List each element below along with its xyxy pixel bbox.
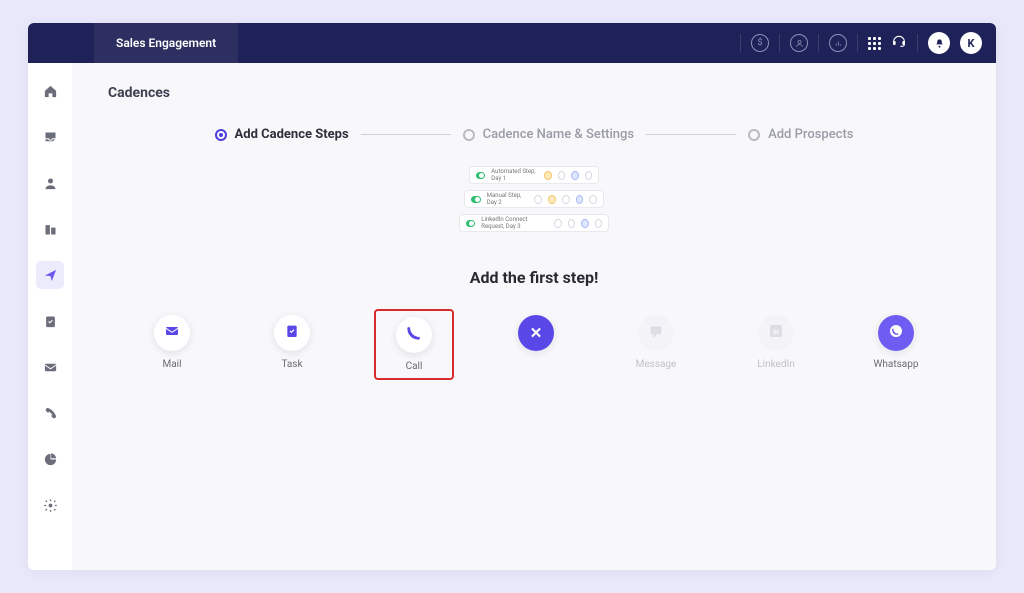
- preview-row: LinkedIn Connect Request, Day 3: [459, 214, 609, 232]
- choice-label: LinkedIn: [757, 359, 795, 370]
- task-icon: [284, 323, 300, 343]
- sidebar: [28, 63, 72, 570]
- add-first-step-heading: Add the first step!: [108, 268, 960, 287]
- sidebar-item-mail[interactable]: [36, 353, 64, 381]
- mini-chip-icon: [585, 171, 592, 180]
- topbar: Sales Engagement $ K: [28, 23, 996, 63]
- separator: [740, 34, 741, 52]
- headset-icon[interactable]: [891, 33, 907, 53]
- phone-icon: [406, 325, 422, 345]
- app-logo[interactable]: [28, 34, 94, 53]
- topbar-actions: $ K: [740, 23, 996, 63]
- radio-active-icon: [215, 129, 227, 141]
- choice-message[interactable]: Message: [630, 315, 682, 370]
- close-icon: ✕: [530, 324, 543, 342]
- close-chooser-button[interactable]: ✕: [510, 315, 562, 370]
- step-label: Add Prospects: [768, 127, 853, 142]
- choice-label: Task: [281, 359, 302, 370]
- toggle-icon: [471, 196, 481, 203]
- toggle-icon: [466, 220, 475, 227]
- choice-linkedin[interactable]: in LinkedIn: [750, 315, 802, 370]
- choice-label: Call: [406, 361, 423, 372]
- wizard-step-add-steps[interactable]: Add Cadence Steps: [215, 127, 349, 142]
- sidebar-item-cadences[interactable]: [36, 261, 64, 289]
- wizard-step-name-settings[interactable]: Cadence Name & Settings: [463, 127, 634, 142]
- svg-text:in: in: [773, 327, 779, 336]
- preview-row-label: Manual Step, Day 2: [487, 192, 529, 206]
- wizard-step-add-prospects[interactable]: Add Prospects: [748, 127, 853, 142]
- mini-chip-icon: [548, 195, 556, 204]
- choice-task[interactable]: Task: [266, 315, 318, 370]
- mini-chip-icon: [571, 171, 578, 180]
- choice-mail[interactable]: Mail: [146, 315, 198, 370]
- radio-empty-icon: [463, 129, 475, 141]
- mini-chip-icon: [544, 171, 551, 180]
- sidebar-item-reports[interactable]: [36, 445, 64, 473]
- preview-row: Automated Step, Day 1: [469, 166, 599, 184]
- mini-chip-icon: [576, 195, 584, 204]
- mini-chip-icon: [589, 195, 597, 204]
- preview-row: Manual Step, Day 2: [464, 190, 604, 208]
- choice-label: Mail: [162, 359, 181, 370]
- wizard-stepper: Add Cadence Steps Cadence Name & Setting…: [108, 127, 960, 142]
- main-content: Cadences Add Cadence Steps Cadence Name …: [72, 63, 996, 570]
- separator: [818, 34, 819, 52]
- user-icon[interactable]: [790, 34, 808, 52]
- chart-icon[interactable]: [829, 34, 847, 52]
- message-icon: [648, 323, 664, 343]
- module-name[interactable]: Sales Engagement: [94, 23, 238, 63]
- avatar-button[interactable]: K: [960, 32, 982, 54]
- step-connector: [646, 134, 736, 135]
- mini-chip-icon: [568, 219, 575, 228]
- mail-icon: [164, 323, 180, 343]
- choice-label: Whatsapp: [874, 359, 919, 370]
- choice-call[interactable]: Call: [388, 317, 440, 372]
- sidebar-item-inbox[interactable]: [36, 123, 64, 151]
- sidebar-item-companies[interactable]: [36, 215, 64, 243]
- step-connector: [361, 134, 451, 135]
- toggle-icon: [476, 172, 485, 179]
- sidebar-item-contacts[interactable]: [36, 169, 64, 197]
- mini-chip-icon: [595, 219, 602, 228]
- separator: [857, 34, 858, 52]
- mini-chip-icon: [558, 171, 565, 180]
- step-label: Cadence Name & Settings: [483, 127, 634, 142]
- currency-icon[interactable]: $: [751, 34, 769, 52]
- choice-label: [535, 359, 537, 370]
- apps-grid-icon[interactable]: [868, 37, 881, 50]
- step-type-chooser: Mail Task: [108, 309, 960, 380]
- mini-chip-icon: [534, 195, 542, 204]
- choice-label: Message: [636, 359, 677, 370]
- step-label: Add Cadence Steps: [235, 127, 349, 142]
- separator: [779, 34, 780, 52]
- mini-chip-icon: [562, 195, 570, 204]
- preview-row-label: Automated Step, Day 1: [491, 168, 538, 182]
- sidebar-item-home[interactable]: [36, 77, 64, 105]
- mini-chip-icon: [581, 219, 588, 228]
- sidebar-item-settings[interactable]: [36, 491, 64, 519]
- page-title: Cadences: [108, 85, 960, 101]
- separator: [917, 34, 918, 52]
- sidebar-item-calls[interactable]: [36, 399, 64, 427]
- highlighted-choice-frame: Call: [374, 309, 454, 380]
- cadence-preview-illustration: Automated Step, Day 1 Manual Step, Day 2: [108, 166, 960, 232]
- linkedin-icon: in: [768, 323, 784, 343]
- whatsapp-icon: [888, 323, 904, 343]
- mini-chip-icon: [554, 219, 561, 228]
- sidebar-item-tasks[interactable]: [36, 307, 64, 335]
- radio-empty-icon: [748, 129, 760, 141]
- notifications-button[interactable]: [928, 32, 950, 54]
- preview-row-label: LinkedIn Connect Request, Day 3: [481, 216, 548, 230]
- choice-whatsapp[interactable]: Whatsapp: [870, 315, 922, 370]
